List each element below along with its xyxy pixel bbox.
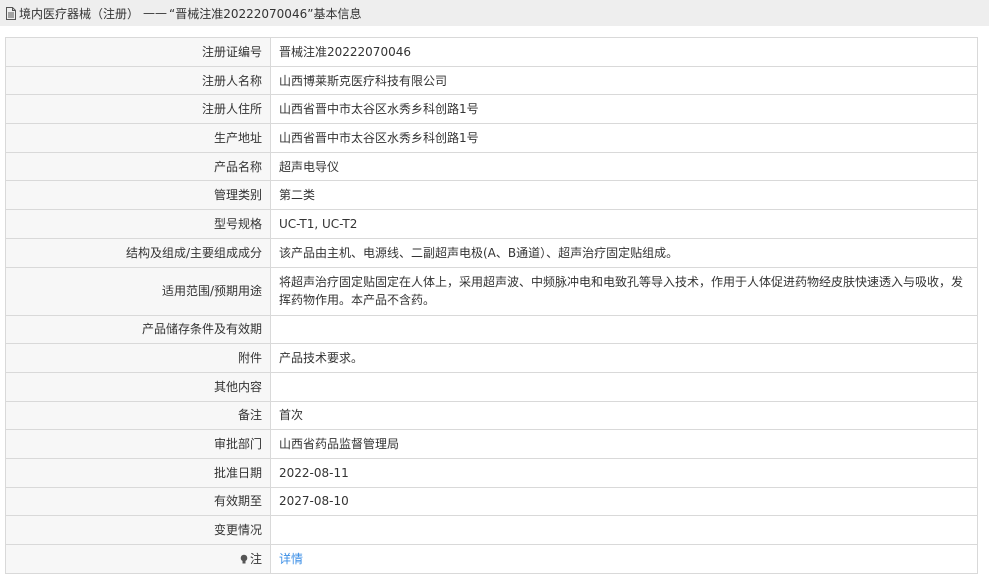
detail-link[interactable]: 详情: [279, 552, 303, 566]
table-row: 产品名称 超声电导仪: [5, 151, 978, 182]
table-row: 备注 首次: [5, 400, 978, 431]
table-row: 注 详情: [5, 544, 978, 574]
table-row: 管理类别 第二类: [5, 180, 978, 211]
row-label: 有效期至: [5, 486, 271, 517]
row-label: 产品名称: [5, 151, 271, 182]
row-value: 山西省药品监督管理局: [270, 429, 978, 459]
row-value: 超声电导仪: [270, 151, 978, 182]
row-value: 山西省晋中市太谷区水秀乡科创路1号: [270, 123, 978, 153]
header-category: 境内医疗器械（注册）: [19, 6, 140, 21]
row-label: 管理类别: [5, 180, 271, 211]
row-value: [270, 314, 978, 345]
table-row: 附件 产品技术要求。: [5, 343, 978, 373]
row-value: 首次: [270, 400, 978, 431]
row-label: 注: [249, 551, 262, 566]
row-value: 2027-08-10: [270, 486, 978, 517]
row-value: 详情: [270, 544, 978, 574]
row-label: 注册证编号: [5, 37, 271, 67]
row-label: 适用范围/预期用途: [5, 266, 271, 316]
row-value: 山西博莱斯克医疗科技有限公司: [270, 65, 978, 96]
header-separator: ——: [143, 6, 168, 20]
row-label: 型号规格: [5, 209, 271, 239]
document-icon: [5, 6, 17, 20]
row-label: 其他内容: [5, 371, 271, 402]
table-row: 其他内容: [5, 371, 978, 402]
row-value: 该产品由主机、电源线、二副超声电极(A、B通道）、超声治疗固定贴组成。: [270, 237, 978, 268]
table-row: 变更情况: [5, 515, 978, 545]
table-row: 结构及组成/主要组成成分 该产品由主机、电源线、二副超声电极(A、B通道）、超声…: [5, 237, 978, 268]
row-label: 注册人住所: [5, 94, 271, 125]
table-row: 生产地址 山西省晋中市太谷区水秀乡科创路1号: [5, 123, 978, 153]
row-value: 将超声治疗固定贴固定在人体上，采用超声波、中频脉冲电和电致孔等导入技术，作用于人…: [270, 266, 978, 316]
row-value: UC-T1, UC-T2: [270, 209, 978, 239]
row-value: [270, 515, 978, 545]
table-row: 型号规格 UC-T1, UC-T2: [5, 209, 978, 239]
table-row: 注册人名称 山西博莱斯克医疗科技有限公司: [5, 65, 978, 96]
row-value: 山西省晋中市太谷区水秀乡科创路1号: [270, 94, 978, 125]
info-table: 注册证编号 晋械注准20222070046 注册人名称 山西博莱斯克医疗科技有限…: [5, 37, 978, 574]
table-row: 审批部门 山西省药品监督管理局: [5, 429, 978, 459]
row-label: 附件: [5, 343, 271, 373]
note-label-cell: 注: [5, 544, 271, 574]
table-row: 适用范围/预期用途 将超声治疗固定贴固定在人体上，采用超声波、中频脉冲电和电致孔…: [5, 266, 978, 316]
row-value: 晋械注准20222070046: [270, 37, 978, 67]
table-row: 产品储存条件及有效期: [5, 314, 978, 345]
row-label: 生产地址: [5, 123, 271, 153]
row-label: 产品储存条件及有效期: [5, 314, 271, 345]
row-label: 审批部门: [5, 429, 271, 459]
row-value: 第二类: [270, 180, 978, 211]
row-label: 备注: [5, 400, 271, 431]
row-label: 注册人名称: [5, 65, 271, 96]
row-value: [270, 371, 978, 402]
row-label: 变更情况: [5, 515, 271, 545]
table-row: 注册人住所 山西省晋中市太谷区水秀乡科创路1号: [5, 94, 978, 125]
row-label: 批准日期: [5, 457, 271, 488]
lightbulb-icon: [239, 551, 249, 564]
page-header: 境内医疗器械（注册） —— “晋械注准20222070046” 基本信息: [0, 0, 989, 26]
table-row: 有效期至 2027-08-10: [5, 486, 978, 517]
header-suffix: 基本信息: [313, 6, 362, 21]
header-title: “晋械注准20222070046”: [169, 6, 314, 21]
table-row: 注册证编号 晋械注准20222070046: [5, 37, 978, 67]
row-value: 产品技术要求。: [270, 343, 978, 373]
table-row: 批准日期 2022-08-11: [5, 457, 978, 488]
row-label: 结构及组成/主要组成成分: [5, 237, 271, 268]
row-value: 2022-08-11: [270, 457, 978, 488]
